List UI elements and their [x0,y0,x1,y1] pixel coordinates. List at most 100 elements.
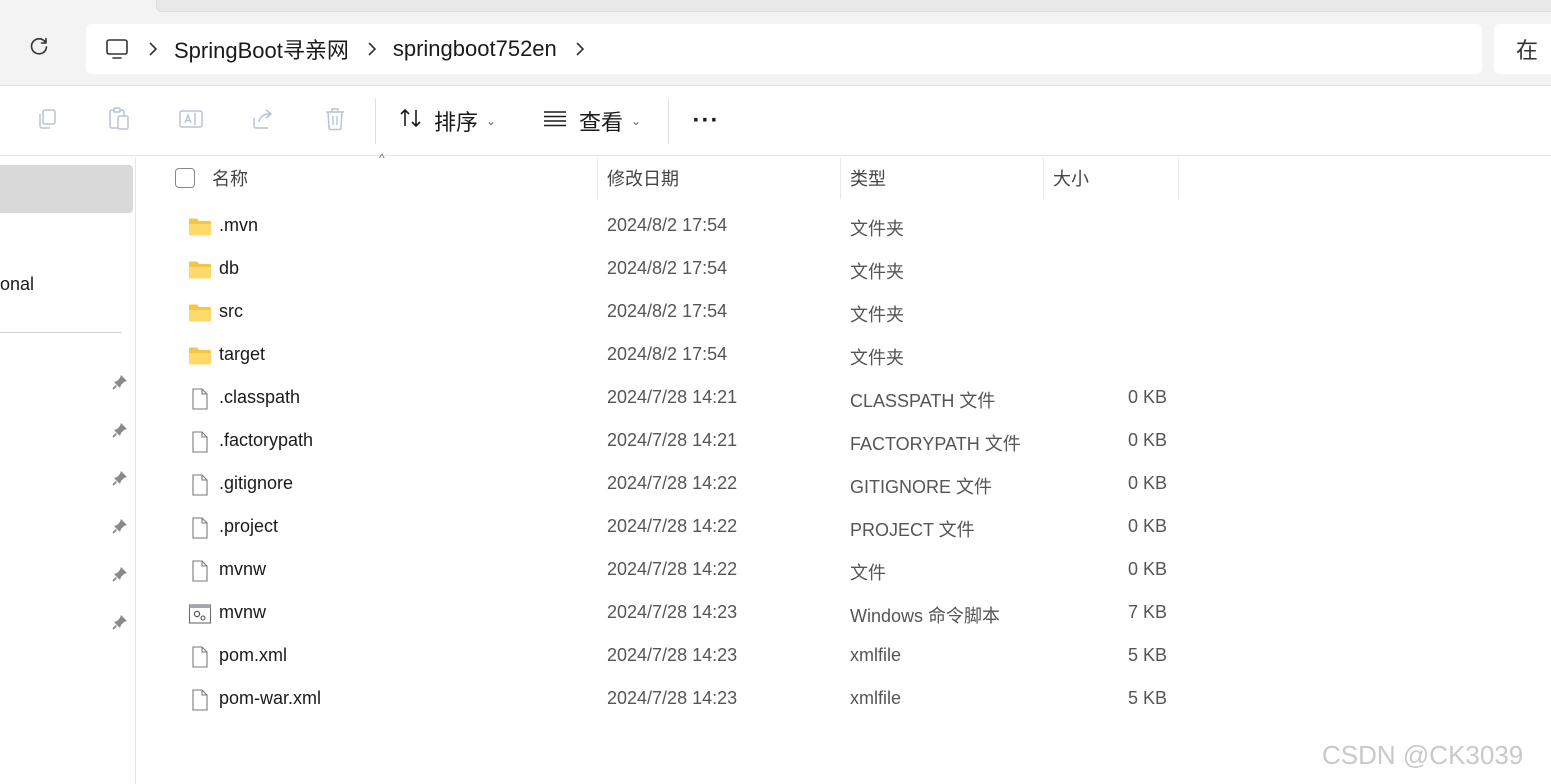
paste-button[interactable] [104,106,134,136]
file-row[interactable]: pom-war.xml 2024/7/28 14:23 xmlfile 5 KB [160,678,1180,721]
file-row[interactable]: .factorypath 2024/7/28 14:21 FACTORYPATH 文… [160,420,1180,463]
file-row[interactable]: .gitignore 2024/7/28 14:22 GITIGNORE 文件 0 K… [160,463,1180,506]
breadcrumb-item[interactable]: springboot752en [393,36,557,62]
paste-icon [107,106,131,137]
file-name[interactable]: pom.xml [219,645,287,666]
file-icon [188,646,212,668]
refresh-icon [28,36,50,63]
file-modified: 2024/7/28 14:22 [607,516,738,536]
file-name[interactable]: .classpath [219,387,300,408]
file-modified: 2024/8/2 17:54 [607,344,728,364]
command-bar: 排序 ⌄ 查看 ⌄ ··· [0,86,1551,156]
chevron-down-icon: ⌄ [631,114,642,128]
file-modified: 2024/7/28 14:23 [607,688,738,708]
more-icon: ··· [692,107,720,134]
file-name[interactable]: .project [219,516,278,537]
pin-icon[interactable] [110,372,130,392]
file-type: 文件 [850,563,886,583]
pin-icon[interactable] [110,468,130,488]
file-name[interactable]: mvnw [219,602,266,623]
column-type[interactable]: 类型 [850,157,886,199]
address-bar[interactable]: SpringBoot寻亲网 springboot752en [86,24,1482,74]
chevron-right-icon[interactable] [148,41,160,57]
nav-item-label[interactable]: onal [0,274,34,295]
column-resizer[interactable] [1043,157,1044,199]
pin-icon[interactable] [110,516,130,536]
tab-strip [156,0,1551,12]
file-name[interactable]: target [219,344,265,365]
view-menu-button[interactable]: 查看 ⌄ [541,104,641,138]
view-label: 查看 [579,110,624,135]
folder-icon [188,345,212,367]
file-type: 文件夹 [850,348,904,368]
file-icon [188,474,212,496]
column-modified[interactable]: 修改日期 [607,157,679,199]
column-size[interactable]: 大小 [1053,157,1089,199]
file-name[interactable]: .gitignore [219,473,293,494]
file-type: xmlfile [850,645,902,665]
file-list: .mvn 2024/8/2 17:54 文件夹 db 2024/8/2 17:54 文件夹… [160,205,1180,721]
trash-icon [323,106,347,137]
file-row[interactable]: .project 2024/7/28 14:22 PROJECT 文件 0 KB [160,506,1180,549]
chevron-right-icon[interactable] [367,41,379,57]
file-size: 0 KB [1127,387,1167,407]
file-row[interactable]: mvnw 2024/7/28 14:23 Windows 命令脚本 7 KB [160,592,1180,635]
rename-button[interactable] [176,106,206,136]
chevron-right-icon[interactable] [575,41,587,57]
file-modified: 2024/8/2 17:54 [607,301,728,321]
nav-item-selected[interactable] [0,165,133,213]
view-list-icon [541,106,569,136]
select-all-checkbox[interactable] [175,168,195,188]
delete-button[interactable] [320,106,350,136]
file-name[interactable]: pom-war.xml [219,688,321,709]
watermark: CSDN @CK3039 [1322,740,1524,770]
search-placeholder: 在 [1516,38,1539,63]
file-row[interactable]: pom.xml 2024/7/28 14:23 xmlfile 5 KB [160,635,1180,678]
file-size: 5 KB [1127,645,1167,665]
file-row[interactable]: .classpath 2024/7/28 14:21 CLASSPATH 文件 0 K… [160,377,1180,420]
share-icon [250,107,276,136]
copy-button[interactable] [32,106,62,136]
breadcrumb-item[interactable]: SpringBoot寻亲网 [174,33,349,65]
column-resizer[interactable] [1178,157,1179,199]
file-name[interactable]: .factorypath [219,430,313,451]
sort-label: 排序 [434,110,479,135]
pin-icon[interactable] [110,564,130,584]
file-modified: 2024/7/28 14:23 [607,645,738,665]
file-type: PROJECT 文件 [850,520,975,540]
pin-icon[interactable] [110,420,130,440]
file-row[interactable]: db 2024/8/2 17:54 文件夹 [160,248,1180,291]
file-size: 7 KB [1127,602,1167,622]
this-pc-icon[interactable] [104,36,130,62]
file-type: xmlfile [850,688,902,708]
file-icon [188,517,212,539]
file-name[interactable]: mvnw [219,559,266,580]
file-name[interactable]: src [219,301,243,322]
more-options-button[interactable]: ··· [690,104,722,138]
sort-menu-button[interactable]: 排序 ⌄ [398,104,496,138]
column-name[interactable]: 名称 [212,157,248,199]
folder-icon [188,259,212,281]
column-resizer[interactable] [840,157,841,199]
file-type: FACTORYPATH 文件 [850,434,1021,454]
script-icon [188,603,212,625]
file-row[interactable]: mvnw 2024/7/28 14:22 文件 0 KB [160,549,1180,592]
file-type: 文件夹 [850,219,904,239]
file-type: Windows 命令脚本 [850,606,1001,626]
file-icon [188,431,212,453]
column-resizer[interactable] [597,157,598,199]
search-input[interactable]: 在 [1494,24,1551,74]
file-size: 5 KB [1127,688,1167,708]
file-row[interactable]: .mvn 2024/8/2 17:54 文件夹 [160,205,1180,248]
file-row[interactable]: src 2024/8/2 17:54 文件夹 [160,291,1180,334]
share-button[interactable] [248,106,278,136]
folder-icon [188,302,212,324]
file-modified: 2024/7/28 14:21 [607,430,738,450]
file-row[interactable]: target 2024/8/2 17:54 文件夹 [160,334,1180,377]
pin-icon[interactable] [110,612,130,632]
refresh-button[interactable] [22,32,56,66]
file-size: 0 KB [1127,473,1167,493]
file-name[interactable]: .mvn [219,215,258,236]
file-name[interactable]: db [219,258,239,279]
file-type: 文件夹 [850,305,904,325]
